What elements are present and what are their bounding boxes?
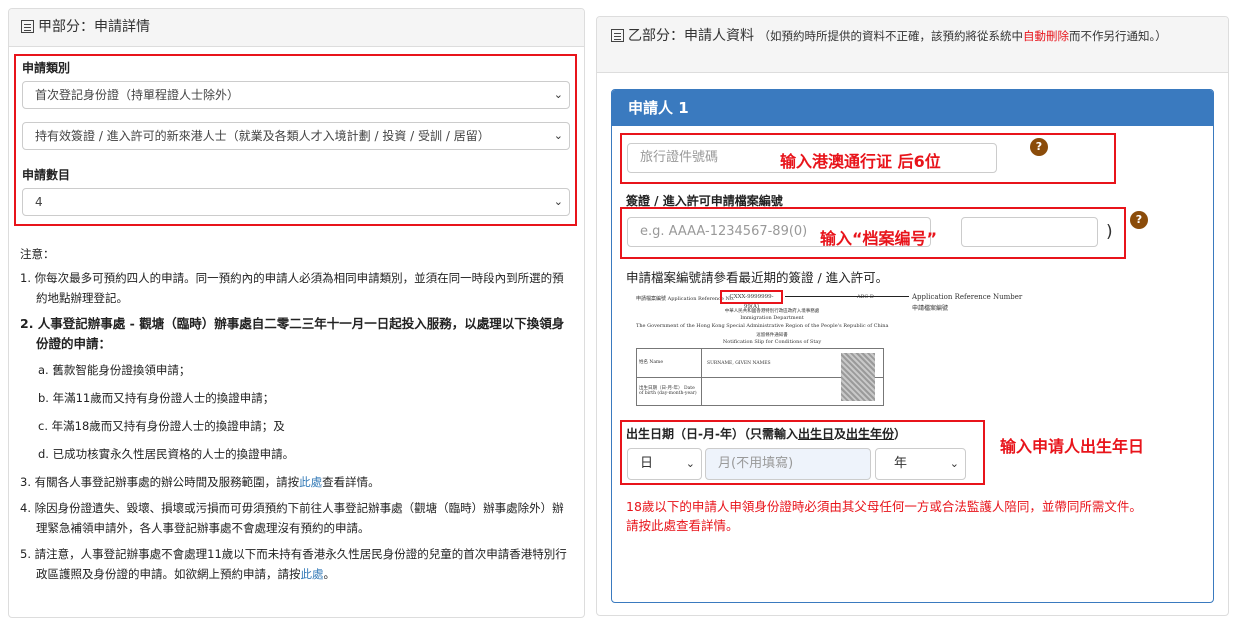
travel-doc-annotation: 输入港澳通行证 后6位 — [780, 152, 941, 171]
note-2-sublist: a. 舊款智能身份證換領申請； b. 年滿11歲而又持有身份證人士的換證申請； … — [20, 360, 570, 464]
notes-section: 注意： 1. 你每次最多可預約四人的申請。同一預約內的申請人必須為相同申請類別，… — [20, 244, 570, 590]
chevron-down-icon: ⌄ — [553, 195, 563, 208]
sample-slip-zh: 逗留條件通知書 — [756, 333, 788, 338]
application-subtype-select[interactable]: 持有效簽證 / 進入許可的新來港人士（就業及各類人才入境計劃 / 投資 / 受訓… — [22, 122, 570, 150]
list-icon — [21, 20, 34, 33]
sample-ref-box: CXXX-9999999-99(A) — [720, 290, 783, 310]
sample-dob-label: 出生日期（日-月-年） Date of birth (day-month-yea… — [639, 386, 697, 396]
sample-table: 姓名 Name SURNAME, GIVEN NAMES 出生日期（日-月-年）… — [636, 348, 884, 406]
dob-day-select[interactable]: 日 ⌄ — [627, 448, 702, 480]
chevron-down-icon: ⌄ — [553, 88, 563, 101]
note-2a: a. 舊款智能身份證換領申請； — [38, 363, 191, 377]
file-number-annotation: 输入“档案编号” — [820, 229, 938, 248]
note-2: 2. 人事登記辦事處 - 觀塘（臨時）辦事處自二零二三年十一月一日起投入服務，以… — [20, 316, 565, 351]
part-a-title: 甲部分：申請詳情 — [38, 19, 150, 35]
application-count-select[interactable]: 4 ⌄ — [22, 188, 570, 216]
sample-side-en: Application Reference Number — [912, 293, 1023, 301]
details-link[interactable]: 此處 — [651, 518, 676, 533]
sample-name-value: SURNAME, GIVEN NAMES — [707, 361, 771, 366]
file-number-hint: 申請檔案編號請參看最近期的簽證 / 進入許可。 — [626, 270, 889, 285]
under-18-warning: 18歲以下的申請人申領身份證時必須由其父母任何一方或合法監護人陪同，並帶同所需文… — [626, 499, 1142, 533]
dob-year-select[interactable]: 年 ⌄ — [875, 448, 966, 480]
sample-dept-en: Immigration Department — [740, 315, 804, 321]
note-2d: d. 已成功核實永久性居民資格的人士的換證申請。 — [38, 447, 295, 461]
part-b-header: 乙部分：申請人資料 （如預約時所提供的資料不正確，該預約將從系統中自動刪除而不作… — [597, 17, 1228, 73]
list-icon — [611, 29, 624, 42]
note-2b: b. 年滿11歲而又持有身份證人士的換證申請； — [38, 391, 275, 405]
dob-annotation: 输入申请人出生年日 — [1000, 437, 1145, 456]
note-2c: c. 年滿18歲而又持有身份證人士的換證申請；及 — [38, 419, 285, 433]
sample-dept-zh: 中華人民共和國香港特別行政區政府入境事務處 — [724, 309, 820, 314]
help-icon[interactable]: ? — [1130, 211, 1148, 229]
applicant-header: 申請人 1 — [612, 90, 1213, 126]
sample-notification-slip: 申請檔案編號 Application Reference No. CXXX-99… — [632, 288, 1032, 408]
note-5: 5. 請注意，人事登記辦事處不會處理11歲以下而未持有香港永久性居民身份證的兒童… — [20, 547, 567, 581]
chevron-down-icon: ⌄ — [553, 129, 563, 142]
sample-gov-en: The Government of the Hong Kong Special … — [636, 323, 889, 329]
sample-arrow — [785, 296, 909, 297]
passport-booking-link[interactable]: 此處 — [301, 567, 324, 581]
file-number-suffix-input[interactable] — [961, 217, 1098, 247]
help-icon[interactable]: ? — [1030, 138, 1048, 156]
note-4: 4. 除因身份證遺失、毀壞、損壞或污損而可毋須預約下前往人事登記辦事處（觀塘（臨… — [20, 501, 564, 535]
application-type-select[interactable]: 首次登記身份證（持單程證人士除外） ⌄ — [22, 81, 570, 109]
sample-slip-en: Notification Slip for Conditions of Stay — [722, 339, 822, 345]
office-info-link[interactable]: 此處 — [299, 475, 322, 489]
chevron-down-icon: ⌄ — [685, 457, 695, 470]
application-count-label: 申請數目 — [22, 168, 71, 182]
part-a-header: 甲部分：申請詳情 — [9, 9, 584, 47]
file-number-paren: ) — [1106, 222, 1113, 242]
dob-label: 出生日期（日-月-年）（只需輸入出生日及出生年份） — [626, 427, 907, 441]
note-3: 3. 有關各人事登記辦事處的辦公時間及服務範圍，請按此處查看詳情。 — [20, 475, 380, 489]
sample-abc: ABC-D — [857, 294, 874, 300]
note-1: 1. 你每次最多可預約四人的申請。同一預約內的申請人必須為相同申請類別，並須在同… — [20, 271, 564, 305]
sample-photo — [841, 353, 875, 401]
application-type-label: 申請類別 — [22, 61, 71, 75]
sample-name-label: 姓名 Name — [639, 360, 663, 365]
notes-title: 注意： — [20, 247, 55, 261]
sample-side-zh: 申請檔案編號 — [912, 305, 949, 312]
auto-delete-text: 自動刪除 — [1022, 29, 1069, 43]
dob-month-input[interactable]: 月(不用填寫) — [705, 448, 871, 480]
chevron-down-icon: ⌄ — [949, 457, 959, 470]
part-b-title: 乙部分：申請人資料 — [628, 28, 754, 44]
